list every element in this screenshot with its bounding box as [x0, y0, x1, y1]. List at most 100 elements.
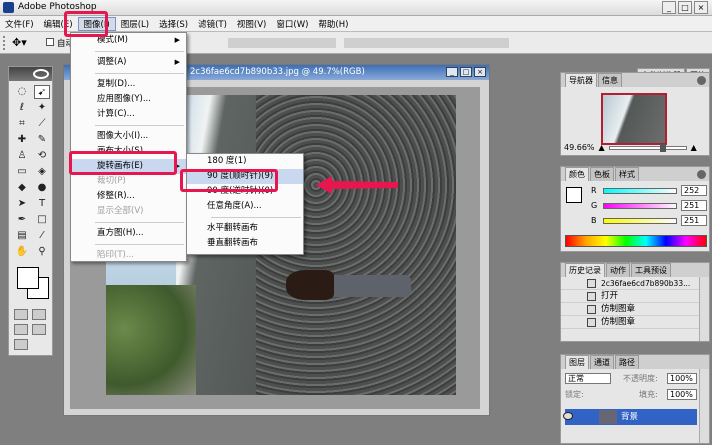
- tab-paths[interactable]: 路径: [615, 355, 639, 369]
- image_menu-item[interactable]: 直方图(H)...: [71, 226, 186, 241]
- panel-menu-icon[interactable]: [697, 170, 706, 179]
- screen-mode-2-icon[interactable]: [32, 324, 46, 335]
- magic-wand-icon[interactable]: ✦: [34, 101, 50, 115]
- tab-info[interactable]: 信息: [598, 73, 622, 87]
- tab-navigator[interactable]: 导航器: [565, 73, 597, 87]
- eraser-tool-icon[interactable]: ▭: [14, 165, 30, 179]
- opacity-field[interactable]: 100%: [667, 373, 697, 384]
- marquee-tool-icon[interactable]: ◌: [14, 85, 30, 99]
- notes-tool-icon[interactable]: ▤: [14, 229, 30, 243]
- history-item[interactable]: 仿制图章: [561, 316, 709, 329]
- history-scrollbar[interactable]: [699, 277, 709, 341]
- blue-value-field[interactable]: 251: [681, 215, 707, 226]
- auto-select-checkbox[interactable]: [46, 38, 54, 46]
- path-select-icon[interactable]: ➤: [14, 197, 30, 211]
- menu-layer[interactable]: 图层(L): [116, 18, 154, 30]
- fill-label: 填充:: [639, 390, 658, 399]
- history-brush-icon[interactable]: ⟲: [34, 149, 50, 163]
- navigator-thumbnail[interactable]: [601, 93, 667, 145]
- blur-tool-icon[interactable]: ◆: [14, 181, 30, 195]
- history-item[interactable]: 仿制图章: [561, 303, 709, 316]
- type-tool-icon[interactable]: T: [34, 197, 50, 211]
- layer-background[interactable]: 背景: [563, 409, 697, 425]
- tab-actions[interactable]: 动作: [606, 263, 630, 277]
- shape-tool-icon[interactable]: □: [34, 213, 50, 227]
- brush-tool-icon[interactable]: ✎: [34, 133, 50, 147]
- maximize-button[interactable]: □: [678, 1, 692, 14]
- crop-tool-icon[interactable]: ⌗: [14, 117, 30, 131]
- person-figure: [286, 270, 416, 300]
- doc-maximize-button[interactable]: □: [460, 67, 472, 77]
- rotate_submenu-item[interactable]: 垂直翻转画布: [187, 236, 303, 251]
- menu-help[interactable]: 帮助(H): [313, 18, 353, 30]
- menu-separator: [95, 125, 184, 126]
- visibility-eye-icon[interactable]: [563, 412, 573, 420]
- history-snapshot[interactable]: 2c36fae6cd7b890b33...: [561, 277, 709, 290]
- menu-view[interactable]: 视图(V): [232, 18, 271, 30]
- pen-tool-icon[interactable]: ✒: [14, 213, 30, 227]
- layers-scrollbar[interactable]: [699, 369, 709, 443]
- panel-menu-icon[interactable]: [697, 76, 706, 85]
- image_menu-item[interactable]: 应用图像(Y)...: [71, 92, 186, 107]
- lasso-tool-icon[interactable]: ℓ: [14, 101, 30, 115]
- hand-tool-icon[interactable]: ✋: [14, 245, 30, 259]
- zoom-slider[interactable]: [608, 143, 687, 152]
- dodge-tool-icon[interactable]: ●: [34, 181, 50, 195]
- tab-history[interactable]: 历史记录: [565, 263, 605, 277]
- image_menu-item[interactable]: 计算(C)...: [71, 107, 186, 122]
- healing-brush-icon[interactable]: ✚: [14, 133, 30, 147]
- tab-swatches[interactable]: 色板: [590, 167, 614, 181]
- zoom-in-icon[interactable]: ▲: [691, 143, 697, 152]
- move-tool-icon[interactable]: ➹: [34, 85, 50, 99]
- minimize-button[interactable]: _: [662, 1, 676, 14]
- menu-filter[interactable]: 滤镜(T): [193, 18, 232, 30]
- color-fg-bg-icon[interactable]: [566, 187, 582, 203]
- tab-color[interactable]: 颜色: [565, 167, 589, 181]
- rotate_submenu-item[interactable]: 任意角度(A)...: [187, 199, 303, 214]
- zoom-tool-icon[interactable]: ⚲: [34, 245, 50, 259]
- toolbox-header[interactable]: [9, 67, 52, 81]
- rotate_submenu-item[interactable]: 水平翻转画布: [187, 221, 303, 236]
- screen-mode-1-icon[interactable]: [14, 324, 28, 335]
- navigator-zoom-value[interactable]: 49.66%: [564, 143, 595, 152]
- blue-slider[interactable]: [603, 217, 677, 224]
- slice-tool-icon[interactable]: ⟋: [34, 117, 50, 131]
- green-value-field[interactable]: 251: [681, 200, 707, 211]
- tab-tool-presets[interactable]: 工具预设: [631, 263, 671, 277]
- menu-window[interactable]: 窗口(W): [271, 18, 313, 30]
- paint-bucket-icon[interactable]: ◈: [34, 165, 50, 179]
- doc-close-button[interactable]: ×: [474, 67, 486, 77]
- tab-layers[interactable]: 图层: [565, 355, 589, 369]
- fill-field[interactable]: 100%: [667, 389, 697, 400]
- distribute-buttons[interactable]: [344, 38, 509, 48]
- image_menu-item[interactable]: 复制(D)...: [71, 77, 186, 92]
- move-tool-icon[interactable]: ✥▾: [12, 36, 27, 49]
- jump-to-imageready-icon[interactable]: [14, 339, 28, 350]
- quick-mask-icon[interactable]: [32, 309, 46, 320]
- image_menu-item[interactable]: 修整(R)...: [71, 189, 186, 204]
- menu-file[interactable]: 文件(F): [0, 18, 39, 30]
- color-spectrum-bar[interactable]: [565, 235, 707, 247]
- open-icon: [587, 292, 596, 301]
- red-slider[interactable]: [603, 187, 677, 194]
- tab-channels[interactable]: 通道: [590, 355, 614, 369]
- standard-mode-icon[interactable]: [14, 309, 28, 320]
- align-buttons[interactable]: [228, 38, 336, 48]
- clone-stamp-icon[interactable]: ♙: [14, 149, 30, 163]
- rotate_submenu-item[interactable]: 180 度(1): [187, 154, 303, 169]
- blend-mode-select[interactable]: 正常: [565, 373, 611, 384]
- tab-styles[interactable]: 样式: [615, 167, 639, 181]
- close-button[interactable]: ×: [694, 1, 708, 14]
- options-grip[interactable]: [3, 36, 7, 50]
- history-item[interactable]: 打开: [561, 290, 709, 303]
- doc-minimize-button[interactable]: _: [446, 67, 458, 77]
- foreground-color-swatch[interactable]: [17, 267, 39, 289]
- red-value-field[interactable]: 252: [681, 185, 707, 196]
- green-slider[interactable]: [603, 202, 677, 209]
- image_menu-item[interactable]: 调整(A) ▶: [71, 55, 186, 70]
- clone-stamp-icon: [587, 305, 596, 314]
- zoom-out-icon[interactable]: ▲: [599, 143, 605, 152]
- menu-select[interactable]: 选择(S): [154, 18, 193, 30]
- image_menu-item[interactable]: 图像大小(I)...: [71, 129, 186, 144]
- eyedropper-icon[interactable]: ⁄: [34, 229, 50, 243]
